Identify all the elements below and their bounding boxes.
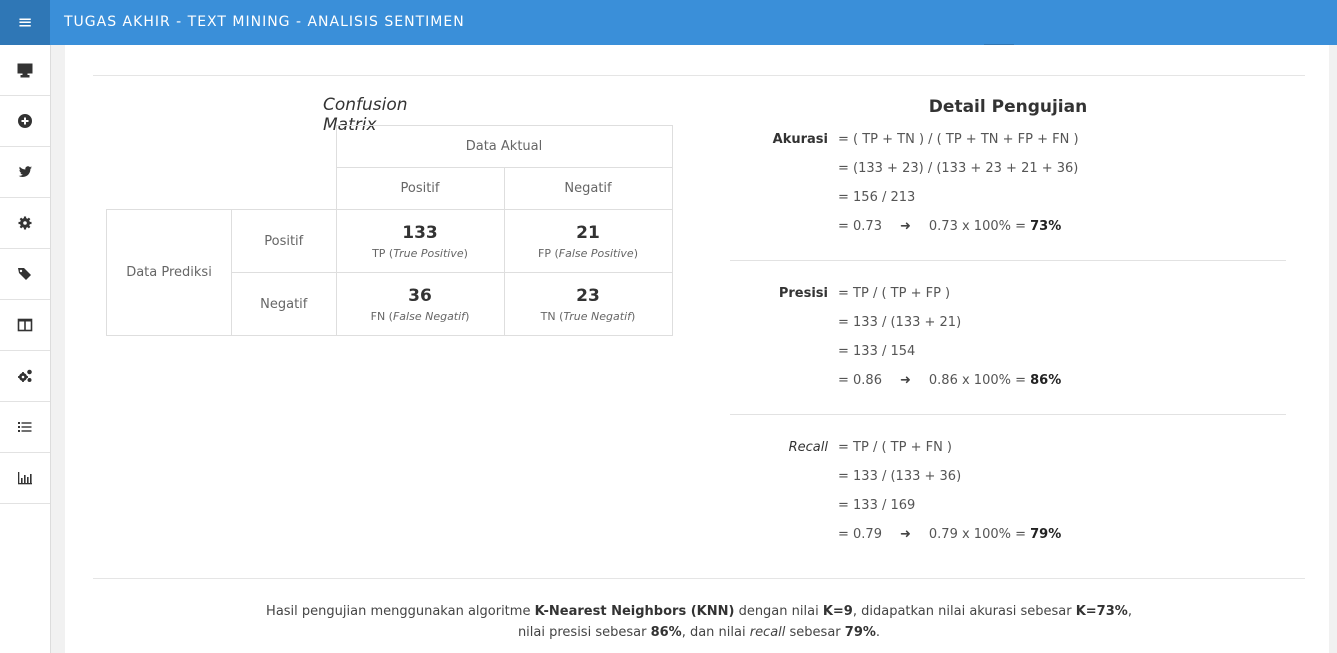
recall-label: Recall bbox=[788, 440, 828, 455]
precision-fraction-row: = 133 / 154 bbox=[838, 344, 916, 359]
predicted-header: Data Prediksi bbox=[106, 209, 232, 336]
actual-negative-header: Negatif bbox=[503, 167, 673, 210]
arrow-right-icon: ➜ bbox=[899, 527, 911, 542]
sidebar-item-desktop[interactable] bbox=[0, 45, 50, 96]
cell-tn: 23 TN (True Negatif) bbox=[503, 272, 673, 336]
tags-icon bbox=[18, 268, 31, 280]
accuracy-substitute-row: = (133 + 23) / (133 + 23 + 21 + 36) bbox=[838, 161, 1079, 176]
cell-fn: 36 FN (False Negatif) bbox=[335, 272, 505, 336]
content-gutter bbox=[51, 45, 65, 653]
twitter-icon bbox=[18, 166, 32, 177]
recall-result-row: = 0.79 ➜ 0.79 x 100% = 79% bbox=[838, 527, 1062, 542]
cell-tp: 133 TP (True Positive) bbox=[335, 209, 505, 273]
detail-divider-1 bbox=[730, 260, 1286, 261]
vertical-scrollbar[interactable] bbox=[1329, 45, 1337, 653]
detail-title: Detail Pengujian bbox=[928, 97, 1088, 117]
arrow-right-icon: ➜ bbox=[899, 373, 911, 388]
sidebar-item-twitter[interactable] bbox=[0, 147, 50, 198]
sidebar-item-settings[interactable] bbox=[0, 198, 50, 249]
precision-result-row: = 0.86 ➜ 0.86 x 100% = 86% bbox=[838, 373, 1062, 388]
summary-text: Hasil pengujian menggunakan algoritme K-… bbox=[266, 604, 1132, 640]
predicted-negative-header: Negatif bbox=[231, 272, 337, 336]
confusion-matrix-table: Data Aktual Positif Negatif Data Prediks… bbox=[106, 125, 673, 336]
recall-result: 79% bbox=[1030, 527, 1062, 542]
accuracy-result: 73% bbox=[1030, 219, 1062, 234]
bar-chart-icon bbox=[18, 472, 32, 485]
fn-label: FN (False Negatif) bbox=[370, 309, 470, 323]
precision-formula-row: Presisi = TP / ( TP + FP ) bbox=[660, 285, 1260, 303]
fp-value: 21 bbox=[576, 222, 600, 243]
menu-toggle-icon[interactable]: ≡ bbox=[0, 0, 50, 45]
sidebar bbox=[0, 45, 51, 653]
accuracy-fraction-row: = 156 / 213 bbox=[838, 190, 916, 205]
sidebar-item-columns[interactable] bbox=[0, 300, 50, 351]
divider-bottom bbox=[93, 578, 1305, 579]
gear-icon bbox=[18, 216, 32, 230]
gears-icon bbox=[18, 369, 32, 382]
sidebar-item-add[interactable] bbox=[0, 96, 50, 147]
accuracy-label: Akurasi bbox=[772, 132, 828, 147]
fn-value: 36 bbox=[408, 285, 432, 306]
arrow-right-icon: ➜ bbox=[899, 219, 911, 234]
precision-label: Presisi bbox=[778, 286, 828, 301]
cell-fp: 21 FP (False Positive) bbox=[503, 209, 673, 273]
detail-divider-2 bbox=[730, 414, 1286, 415]
recall-substitute-row: = 133 / (133 + 36) bbox=[838, 469, 962, 484]
tn-value: 23 bbox=[576, 285, 600, 306]
actual-positive-header: Positif bbox=[335, 167, 505, 210]
plus-circle-icon bbox=[18, 114, 32, 128]
recall-formula-row: Recall = TP / ( TP + FN ) bbox=[660, 439, 1260, 457]
tp-label: TP (True Positive) bbox=[372, 246, 468, 260]
accuracy-formula-row: Akurasi = ( TP + TN ) / ( TP + TN + FP + … bbox=[660, 131, 1260, 149]
divider-top bbox=[93, 75, 1305, 76]
sidebar-item-tags[interactable] bbox=[0, 249, 50, 300]
predicted-positive-header: Positif bbox=[231, 209, 337, 273]
sidebar-item-list[interactable] bbox=[0, 402, 50, 453]
desktop-icon bbox=[17, 63, 33, 78]
fp-label: FP (False Positive) bbox=[538, 246, 638, 260]
precision-substitute-row: = 133 / (133 + 21) bbox=[838, 315, 962, 330]
tp-value: 133 bbox=[402, 222, 438, 243]
columns-icon bbox=[17, 318, 33, 332]
accuracy-result-row: = 0.73 ➜ 0.73 x 100% = 73% bbox=[838, 219, 1062, 234]
sidebar-item-chart[interactable] bbox=[0, 453, 50, 504]
recall-fraction-row: = 133 / 169 bbox=[838, 498, 916, 513]
app-title: TUGAS AKHIR - TEXT MINING - ANALISIS SEN… bbox=[64, 14, 465, 30]
list-icon bbox=[18, 422, 32, 432]
tn-label: TN (True Negatif) bbox=[540, 309, 636, 323]
precision-result: 86% bbox=[1030, 373, 1062, 388]
sidebar-item-process[interactable] bbox=[0, 351, 50, 402]
actual-header: Data Aktual bbox=[335, 125, 673, 168]
top-navbar: ≡ TUGAS AKHIR - TEXT MINING - ANALISIS S… bbox=[0, 0, 1337, 46]
